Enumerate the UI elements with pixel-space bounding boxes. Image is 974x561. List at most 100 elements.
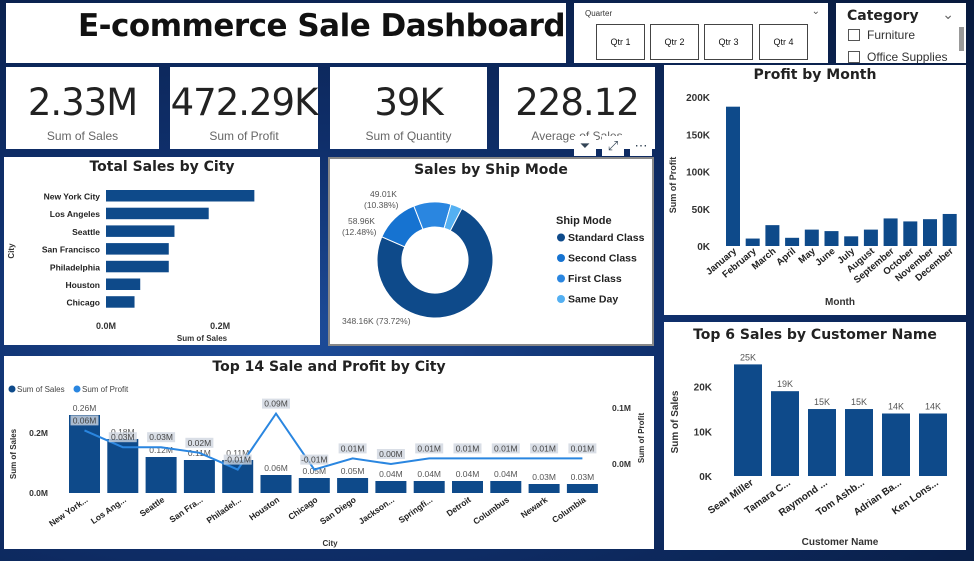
category-label: Chicago (286, 494, 319, 521)
bar (375, 481, 407, 493)
data-label: 19K (777, 379, 793, 389)
legend-marker-sales (8, 385, 16, 393)
category-label: Seattle (72, 227, 100, 237)
kpi-card-profit: 472.29K Sum of Profit (170, 67, 318, 149)
bar (566, 484, 598, 493)
slicer-scrollbar[interactable] (959, 27, 964, 51)
category-label: Philadelphia (50, 262, 100, 272)
profit-by-month-chart: Sum of Profit Month 0K50K100K150K200KJan… (668, 93, 957, 308)
legend-marker-profit (73, 385, 81, 393)
category-label: Houston (66, 280, 100, 290)
bar (106, 190, 255, 202)
tick-label: 50K (692, 205, 711, 216)
quarter-button-q1[interactable]: Qtr 1 (596, 24, 645, 60)
tick-label: 0.0M (96, 321, 116, 331)
bar (490, 481, 522, 493)
checkbox[interactable] (848, 29, 860, 41)
more-options-icon[interactable]: ⋯ (630, 136, 652, 156)
kpi-value: 228.12 (515, 81, 639, 124)
category-label: Seattle (138, 494, 167, 518)
bar (923, 219, 937, 246)
category-label: Detroit (444, 494, 472, 518)
category-label: San Fra... (167, 494, 204, 524)
line-data-label: 0.01M (417, 443, 441, 453)
category-label: Los Angeles (50, 209, 100, 219)
bar (804, 229, 819, 246)
line-data-label: 0.02M (188, 438, 212, 448)
quarter-button-q3[interactable]: Qtr 3 (704, 24, 753, 60)
legend-marker (557, 274, 565, 283)
sales-by-ship-mode-chart: Ship Mode 348.16K (73.72%) 58.96K (12.48%)… (342, 189, 645, 326)
tick-label: 0.0M (29, 488, 48, 498)
bar (298, 478, 330, 493)
profit-by-month-panel: Profit by Month Sum of Profit Month 0K 50… (664, 65, 966, 315)
kpi-value: 2.33M (27, 81, 138, 124)
visual-header-icons: ⏷ ⤢ ⋯ (574, 136, 652, 156)
category-label: San Diego (318, 494, 358, 526)
filter-icon[interactable]: ⏷ (574, 136, 596, 156)
category-label: Chicago (66, 298, 100, 308)
bar (882, 413, 910, 476)
line-data-label: 0.06M (73, 415, 97, 425)
line-data-label: 0.03M (149, 432, 173, 442)
quarter-button-q4[interactable]: Qtr 4 (759, 24, 808, 60)
category-label: New York City (44, 192, 101, 202)
data-label: 0.03M (532, 472, 556, 482)
category-option-furniture[interactable]: Furniture (848, 28, 915, 42)
x-axis-label: City (322, 539, 338, 548)
bar (903, 221, 918, 246)
bar (452, 481, 483, 493)
bar (145, 457, 177, 493)
kpi-label: Sum of Profit (209, 129, 279, 143)
kpi-card-sales: 2.33M Sum of Sales (6, 67, 159, 149)
bar (942, 213, 957, 246)
kpi-value: 39K (374, 81, 443, 124)
legend-title: Ship Mode (556, 215, 612, 227)
bar (808, 409, 836, 476)
category-option-office-supplies[interactable]: Office Supplies (848, 50, 948, 63)
category-label: San Francisco (42, 245, 100, 255)
x-axis-label: Customer Name (802, 537, 879, 548)
data-label: 14K (925, 402, 941, 412)
kpi-value: 472.29K (170, 81, 319, 124)
bar (260, 475, 292, 493)
bar (771, 391, 799, 476)
tick-label: 0K (699, 472, 713, 483)
checkbox[interactable] (848, 51, 860, 63)
line-data-label: 0.03M (111, 432, 135, 442)
data-label: 0.03M (571, 472, 595, 482)
top14-sale-profit-chart: Sum of Sales Sum of Profit Sum of Sales … (8, 385, 646, 548)
total-sales-by-city-chart: City Sum of Sales New York City Los Angel… (7, 190, 255, 343)
line-data-label: 0.01M (494, 443, 518, 453)
kpi-label: Sum of Sales (46, 129, 119, 143)
line-data-label: -0.01M (301, 455, 327, 465)
bar (183, 460, 215, 493)
kpi-card-quantity: 39K Sum of Quantity (330, 67, 487, 149)
chevron-down-icon[interactable]: ⌄ (812, 6, 820, 17)
quarter-button-q2[interactable]: Qtr 2 (650, 24, 699, 60)
bar (863, 229, 878, 246)
focus-mode-icon[interactable]: ⤢ (602, 136, 624, 156)
tick-label: 0.2M (210, 321, 230, 331)
legend-marker (557, 254, 565, 262)
tick-label: 10K (694, 427, 713, 438)
line-data-label: 0.09M (264, 399, 288, 409)
title-panel: E-commerce Sale Dashboard (6, 3, 566, 63)
bar (528, 484, 560, 493)
line-data-label: -0.01M (224, 455, 250, 465)
bar (824, 231, 839, 246)
tick-label: 150K (686, 130, 711, 141)
chevron-down-icon[interactable]: ⌄ (942, 6, 954, 23)
data-label: 49.01K (10.38%) (364, 189, 399, 210)
bar (106, 243, 169, 255)
data-label: 0.04M (494, 469, 518, 479)
bar (726, 106, 740, 246)
data-label: 0.04M (379, 469, 403, 479)
top6-sales-by-customer-panel: Top 6 Sales by Customer Name Sum of Sale… (664, 322, 966, 550)
kpi-label: Sum of Quantity (365, 129, 452, 143)
bar (337, 478, 369, 493)
bar (734, 364, 762, 476)
category-label: Jackson... (357, 494, 396, 526)
bar (844, 236, 859, 246)
line-data-label: 0.01M (456, 443, 480, 453)
